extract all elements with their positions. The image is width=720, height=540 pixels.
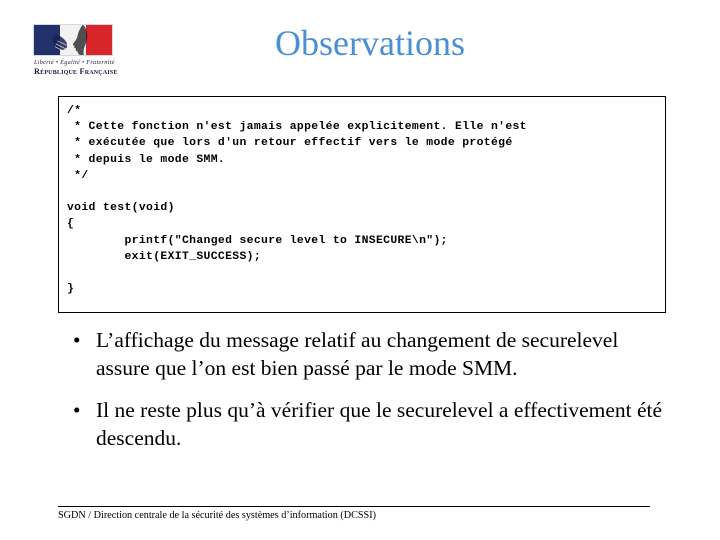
list-item-text: Il ne reste plus qu’à vérifier que le se… xyxy=(96,398,663,450)
bullet-marker-icon: • xyxy=(73,398,81,422)
logo-motto: Liberté • Égalité • Fraternité xyxy=(34,59,115,66)
marianne-profile-icon xyxy=(52,25,88,55)
logo-institution-name: République Française xyxy=(34,67,118,76)
bullet-marker-icon: • xyxy=(73,328,81,352)
code-block-text: /* * Cette fonction n'est jamais appelée… xyxy=(67,105,527,296)
list-item: • L’affichage du message relatif au chan… xyxy=(66,327,666,382)
code-block: /* * Cette fonction n'est jamais appelée… xyxy=(58,96,666,313)
slide-footer: SGDN / Direction centrale de la sécurité… xyxy=(58,506,650,521)
bullet-list: • L’affichage du message relatif au chan… xyxy=(66,327,666,452)
slide-canvas: Liberté • Égalité • Fraternité Républiqu… xyxy=(0,0,720,540)
list-item: • Il ne reste plus qu’à vérifier que le … xyxy=(66,397,666,452)
list-item-text: L’affichage du message relatif au change… xyxy=(96,328,619,380)
page-title: Observations xyxy=(275,23,465,63)
republique-francaise-logo: Liberté • Égalité • Fraternité Républiqu… xyxy=(30,24,148,76)
footer-divider xyxy=(58,506,650,507)
french-flag-icon xyxy=(33,24,113,56)
footer-text: SGDN / Direction centrale de la sécurité… xyxy=(58,510,376,521)
